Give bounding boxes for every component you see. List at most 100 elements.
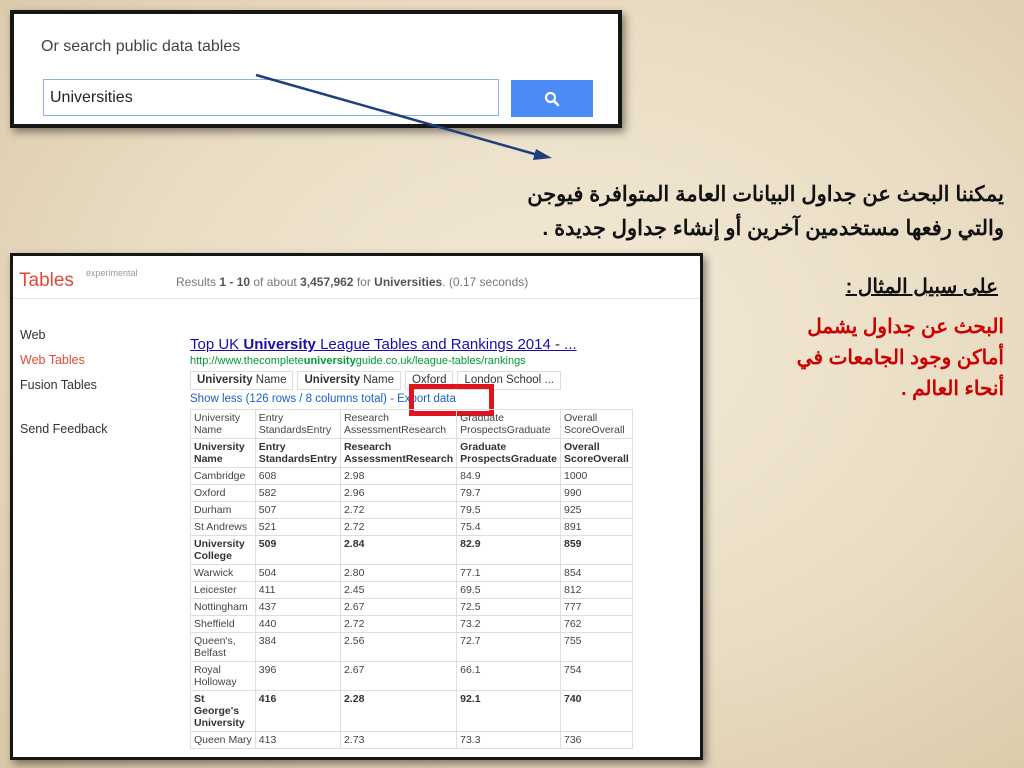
cell-text: 77.1 (460, 567, 481, 579)
table-cell: 891 (560, 518, 633, 536)
table-cell: 2.96 (339, 484, 458, 502)
table-cell: 1000 (560, 467, 633, 485)
cell-text: 75.4 (460, 521, 481, 533)
cell-text: Durham (194, 504, 232, 516)
cell-text: 82.9 (460, 538, 481, 550)
table-cell: Queen's, Belfast (190, 632, 256, 662)
results-for: for (353, 275, 375, 289)
search-button[interactable] (511, 80, 593, 117)
result-url-part3: guide.co.uk/league-tables/rankings (355, 355, 526, 367)
table-cell: Entry StandardsEntry (254, 409, 341, 439)
table-cell: St Andrews (190, 518, 256, 536)
tab-text: Name (360, 374, 394, 386)
table-row: St Andrews 521 2.72 75.4 891 (190, 518, 633, 536)
cell-text: 2.72 (343, 618, 365, 630)
cell-text: 66.1 (460, 664, 481, 676)
table-cell: 2.56 (339, 632, 458, 662)
table-cell: Graduate ProspectsGraduate (456, 438, 561, 468)
table-cell: 755 (560, 632, 633, 662)
table-row: Leicester 411 2.45 69.5 812 (190, 581, 633, 599)
table-cell: 79.7 (456, 484, 561, 502)
cell-text: ProspectsGraduate (460, 424, 551, 436)
table-cell: 73.2 (456, 615, 561, 633)
cell-text: 1000 (564, 470, 588, 482)
table-cell: 2.67 (339, 661, 458, 691)
search-input[interactable]: Universities (43, 79, 499, 116)
cell-text: ScoreOverall (564, 424, 625, 436)
table-cell: Cambridge (190, 467, 256, 485)
cell-text: 2.72 (343, 521, 365, 533)
table-row: St George's University 416 2.28 92.1 740 (190, 690, 633, 732)
table-tab[interactable]: University Name (297, 371, 401, 390)
table-cell: 740 (560, 690, 633, 732)
table-cell: 384 (254, 632, 341, 662)
cell-text: 72.7 (460, 635, 481, 647)
table-cell: 2.72 (339, 518, 458, 536)
table-cell: 2.80 (339, 564, 458, 582)
show-less-text: Show less (126 rows / 8 columns total) (190, 393, 387, 405)
cell-text: 2.28 (343, 693, 365, 705)
cell-text: Nottingham (194, 601, 248, 613)
cell-text: Warwick (194, 567, 234, 579)
table-cell: 859 (560, 535, 633, 565)
cell-text: 72.5 (460, 601, 481, 613)
table-cell: University Name (190, 438, 256, 468)
results-range: 1 - 10 (219, 275, 251, 289)
table-tab[interactable]: University Name (190, 371, 294, 390)
header-divider (13, 298, 700, 299)
magnifier-icon (544, 91, 560, 106)
nav-web[interactable]: Web (20, 328, 45, 342)
cell-text: 777 (564, 601, 582, 613)
table-cell: 75.4 (456, 518, 561, 536)
cell-text: 411 (258, 584, 276, 596)
nav-fusion-tables[interactable]: Fusion Tables (20, 378, 97, 392)
search-label: Or search public data tables (41, 38, 241, 55)
cell-text: 79.5 (460, 504, 481, 516)
cell-text: University (194, 717, 245, 729)
cell-text: 762 (564, 618, 582, 630)
cell-text: AssessmentResearch (343, 424, 447, 436)
table-cell: 509 (254, 535, 341, 565)
table-row: Oxford 582 2.96 79.7 990 (190, 484, 633, 502)
cell-text: Entry (258, 441, 286, 453)
example-line-1: البحث عن جداول يشمل (807, 316, 1004, 338)
result-title-link[interactable]: Top UK University League Tables and Rank… (190, 336, 577, 353)
cell-text: 854 (564, 567, 582, 579)
tables-logo: Tables (19, 270, 74, 291)
arabic-description: يمكننا البحث عن جداول البيانات العامة ال… (344, 178, 1004, 246)
table-cell: 77.1 (456, 564, 561, 582)
cell-text: 812 (564, 584, 582, 596)
table-cell: 437 (254, 598, 341, 616)
send-feedback-link[interactable]: Send Feedback (20, 422, 108, 436)
tab-bold: University (304, 374, 361, 386)
cell-text: Belfast (194, 647, 227, 659)
example-text: البحث عن جداول يشمل أماكن وجود الجامعات … (704, 312, 1004, 405)
table-cell: 440 (254, 615, 341, 633)
cell-text: 582 (258, 487, 277, 499)
table-cell: Overall ScoreOverall (560, 438, 633, 468)
table-cell: Overall ScoreOverall (560, 409, 633, 439)
table-cell: 92.1 (456, 690, 561, 732)
table-cell: Sheffield (190, 615, 256, 633)
experimental-badge: experimental (86, 268, 138, 278)
table-cell: 2.72 (339, 501, 458, 519)
result-url-part2: university (303, 355, 356, 367)
cell-text: Name (194, 453, 223, 465)
table-cell: 990 (560, 484, 633, 502)
cell-text: 2.56 (343, 635, 365, 647)
results-time: . (0.17 seconds) (442, 275, 529, 289)
example-heading: على سبيل المثال : (698, 272, 998, 302)
table-row: University College 509 2.84 82.9 859 (190, 535, 633, 565)
cell-text: College (194, 550, 232, 562)
cell-text: 608 (258, 470, 277, 482)
cell-text: Graduate (460, 441, 507, 453)
table-row: Queen's, Belfast 384 2.56 72.7 755 (190, 632, 633, 662)
results-prefix: Results (176, 275, 220, 289)
table-cell: 777 (560, 598, 633, 616)
cell-text: ScoreOverall (564, 453, 629, 465)
cell-text: 2.80 (343, 567, 365, 579)
nav-web-tables[interactable]: Web Tables (20, 353, 85, 367)
table-cell: 82.9 (456, 535, 561, 565)
table-row: Durham 507 2.72 79.5 925 (190, 501, 633, 519)
cell-text: 521 (258, 521, 277, 533)
